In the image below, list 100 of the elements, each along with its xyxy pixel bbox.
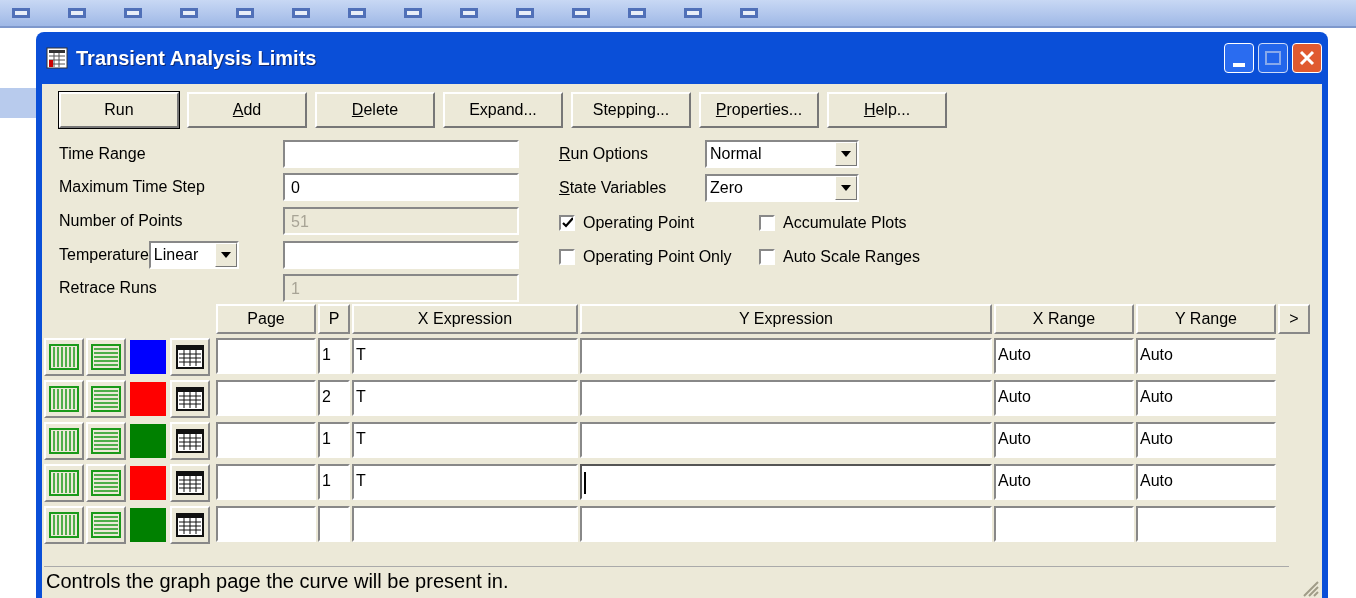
input-field[interactable] bbox=[283, 240, 519, 269]
table-cell-field[interactable]: Auto bbox=[1136, 422, 1276, 458]
table-cell-field[interactable] bbox=[580, 380, 992, 416]
column-header[interactable]: Y Range bbox=[1136, 304, 1276, 334]
toolbar-icon[interactable] bbox=[178, 5, 200, 21]
vertical-lines-icon[interactable] bbox=[44, 380, 84, 418]
input-field[interactable] bbox=[283, 139, 519, 168]
checkbox-label[interactable]: Operating Point bbox=[583, 214, 695, 232]
vertical-lines-icon[interactable] bbox=[44, 422, 84, 460]
toolbar-icon[interactable] bbox=[570, 5, 592, 21]
close-button[interactable] bbox=[1292, 43, 1322, 73]
table-cell-field[interactable]: Auto bbox=[994, 464, 1134, 500]
vertical-lines-icon[interactable] bbox=[44, 464, 84, 502]
toolbar-icon[interactable] bbox=[738, 5, 760, 21]
dropdown-arrow-icon bbox=[220, 251, 231, 258]
table-cell-field[interactable]: Auto bbox=[1136, 464, 1276, 500]
horizontal-lines-icon[interactable] bbox=[86, 338, 126, 376]
table-cell-field[interactable]: 1 bbox=[318, 464, 350, 500]
toolbar-icon[interactable] bbox=[458, 5, 480, 21]
table-cell-field[interactable]: T bbox=[352, 422, 578, 458]
table-cell-field[interactable]: Auto bbox=[1136, 338, 1276, 374]
table-cell-field[interactable] bbox=[216, 464, 316, 500]
table-cell-field[interactable] bbox=[216, 506, 316, 542]
color-swatch[interactable] bbox=[128, 422, 168, 460]
table-cell-field[interactable] bbox=[216, 380, 316, 416]
column-header[interactable]: Y Expression bbox=[580, 304, 992, 334]
dropdown-arrow-icon bbox=[841, 185, 851, 191]
toolbar-icon[interactable] bbox=[290, 5, 312, 21]
dialog-button[interactable]: Expand... bbox=[443, 92, 563, 128]
toolbar-icon[interactable] bbox=[682, 5, 704, 21]
dialog-button[interactable]: Add bbox=[187, 92, 307, 128]
toolbar-icon[interactable] bbox=[514, 5, 536, 21]
dialog-button[interactable]: Properties... bbox=[699, 92, 819, 128]
toolbar-icon[interactable] bbox=[66, 5, 88, 21]
minimize-button[interactable] bbox=[1224, 43, 1254, 73]
more-columns-button[interactable]: > bbox=[1278, 304, 1310, 334]
table-cell-field[interactable] bbox=[580, 464, 992, 500]
grid-icon[interactable] bbox=[170, 380, 210, 418]
checkbox[interactable] bbox=[559, 215, 575, 231]
color-swatch[interactable] bbox=[128, 338, 168, 376]
toolbar-icon[interactable] bbox=[10, 5, 32, 21]
table-cell-field[interactable]: T bbox=[352, 380, 578, 416]
toolbar-icon[interactable] bbox=[122, 5, 144, 21]
field-label: Retrace Runs bbox=[59, 279, 157, 298]
table-cell-field[interactable]: Auto bbox=[994, 380, 1134, 416]
checkbox[interactable] bbox=[559, 249, 575, 265]
table-cell-field[interactable]: Auto bbox=[994, 338, 1134, 374]
vertical-lines-icon[interactable] bbox=[44, 506, 84, 544]
column-header[interactable]: Page bbox=[216, 304, 316, 334]
table-cell-field[interactable]: 2 bbox=[318, 380, 350, 416]
table-cell-field[interactable]: T bbox=[352, 464, 578, 500]
toolbar-icon[interactable] bbox=[402, 5, 424, 21]
table-cell-field[interactable] bbox=[216, 422, 316, 458]
table-cell-field[interactable]: 1 bbox=[318, 338, 350, 374]
maximize-button[interactable] bbox=[1258, 43, 1288, 73]
horizontal-lines-icon[interactable] bbox=[86, 380, 126, 418]
table-cell-field[interactable] bbox=[1136, 506, 1276, 542]
checkbox-label[interactable]: Operating Point Only bbox=[583, 248, 732, 266]
dropdown-arrow-icon bbox=[841, 151, 851, 157]
color-swatch[interactable] bbox=[128, 464, 168, 502]
table-cell-field[interactable] bbox=[318, 506, 350, 542]
dialog-button[interactable]: Help... bbox=[827, 92, 947, 128]
checkbox[interactable] bbox=[759, 249, 775, 265]
color-swatch[interactable] bbox=[128, 380, 168, 418]
horizontal-lines-icon[interactable] bbox=[86, 464, 126, 502]
column-header[interactable]: X Expression bbox=[352, 304, 578, 334]
horizontal-lines-icon[interactable] bbox=[86, 506, 126, 544]
table-cell-field[interactable] bbox=[216, 338, 316, 374]
grid-icon[interactable] bbox=[170, 338, 210, 376]
checkbox-label[interactable]: Accumulate Plots bbox=[783, 214, 907, 232]
table-cell-field[interactable]: Auto bbox=[994, 422, 1134, 458]
table-cell-field[interactable]: Auto bbox=[1136, 380, 1276, 416]
checkmark-icon bbox=[561, 216, 573, 230]
column-header[interactable]: X Range bbox=[994, 304, 1134, 334]
vertical-lines-icon[interactable] bbox=[44, 338, 84, 376]
input-field[interactable]: 0 bbox=[283, 173, 519, 202]
color-swatch[interactable] bbox=[128, 506, 168, 544]
table-cell-field[interactable] bbox=[352, 506, 578, 542]
horizontal-lines-icon[interactable] bbox=[86, 422, 126, 460]
toolbar-icon[interactable] bbox=[234, 5, 256, 21]
checkbox-label[interactable]: Auto Scale Ranges bbox=[783, 248, 920, 266]
dialog-button[interactable]: Stepping... bbox=[571, 92, 691, 128]
grid-icon[interactable] bbox=[170, 422, 210, 460]
grid-icon[interactable] bbox=[170, 506, 210, 544]
table-cell-field[interactable] bbox=[580, 338, 992, 374]
dropdown[interactable]: Normal bbox=[705, 140, 859, 168]
dropdown[interactable]: Linear bbox=[148, 240, 239, 269]
toolbar-icon[interactable] bbox=[626, 5, 648, 21]
dialog-button[interactable]: Delete bbox=[315, 92, 435, 128]
table-cell-field[interactable] bbox=[580, 422, 992, 458]
grid-icon[interactable] bbox=[170, 464, 210, 502]
dropdown[interactable]: Zero bbox=[705, 174, 859, 202]
table-cell-field[interactable] bbox=[994, 506, 1134, 542]
table-cell-field[interactable]: 1 bbox=[318, 422, 350, 458]
table-cell-field[interactable]: T bbox=[352, 338, 578, 374]
table-cell-field[interactable] bbox=[580, 506, 992, 542]
dialog-button[interactable]: Run bbox=[59, 92, 179, 128]
column-header[interactable]: P bbox=[318, 304, 350, 334]
toolbar-icon[interactable] bbox=[346, 5, 368, 21]
checkbox[interactable] bbox=[759, 215, 775, 231]
